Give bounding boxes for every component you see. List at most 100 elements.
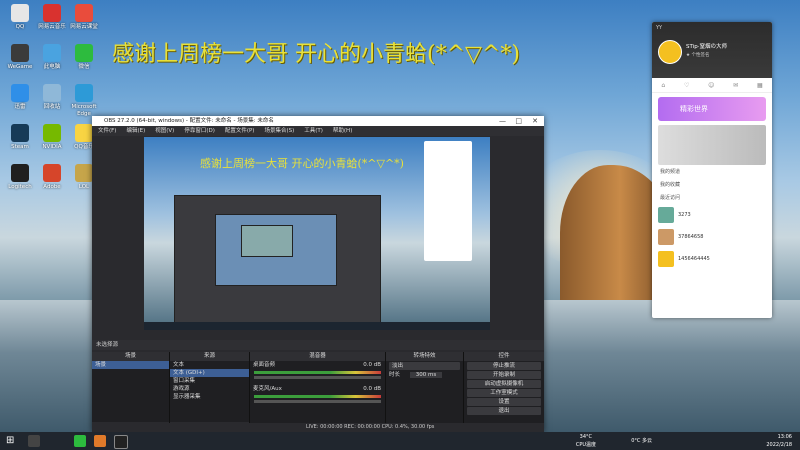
app-icon	[75, 44, 93, 62]
desktop-icon-label: Adobe	[43, 184, 61, 190]
mixer-dock-title: 混音器	[250, 352, 385, 361]
maximize-icon[interactable]: □	[515, 116, 522, 126]
source-item[interactable]: 文本	[170, 361, 249, 369]
menu-docks[interactable]: 停靠窗口(D)	[184, 126, 215, 136]
yy-header: YY STip·窒烟の大师 ★ 个性签名	[652, 22, 772, 78]
home-icon[interactable]: ⌂	[661, 82, 665, 89]
taskbar: ⊞ 0°C 多云 34°C CPU温度 13:06 2022/2/18	[0, 432, 800, 450]
channel-thumb	[658, 207, 674, 223]
desktop-icon-label: 迅雷	[14, 104, 26, 110]
desktop-icon[interactable]: Steam	[2, 124, 38, 151]
scene-item[interactable]: 场景	[92, 361, 169, 369]
app-icon	[43, 44, 61, 62]
wechat-icon[interactable]	[74, 435, 86, 447]
danmaku-overlay-text: 感谢上周榜一大哥 开心的小青蛤(*^▽^*)	[112, 42, 520, 67]
menu-profile[interactable]: 配置文件(P)	[225, 126, 255, 136]
obs-preview-canvas[interactable]: 感谢上周榜一大哥 开心的小青蛤(*^▽^*)	[144, 137, 490, 330]
apps-icon[interactable]: ▦	[757, 82, 763, 89]
duration-input[interactable]: 300 ms	[409, 372, 443, 378]
desktop-icon-label: QQ	[15, 24, 25, 30]
studio-mode-button[interactable]: 工作室模式	[467, 389, 541, 397]
clock-date[interactable]: 2022/2/18	[766, 441, 792, 449]
obs-window[interactable]: OBS 27.2.0 (64-bit, windows) - 配置文件: 未命名…	[92, 116, 544, 432]
list-item[interactable]: 37864658	[652, 226, 772, 248]
app-icon	[11, 4, 29, 22]
yy-username[interactable]: STip·窒烟の大师	[686, 42, 727, 50]
channel-id: 37864658	[678, 234, 704, 240]
scenes-dock: 场景 场景 + − ˄ ˅	[92, 352, 170, 432]
channel-thumb	[658, 251, 674, 267]
sources-dock-title: 来源	[170, 352, 249, 361]
menu-scene-collection[interactable]: 场景集合(S)	[264, 126, 294, 136]
obs-taskbar-icon[interactable]	[114, 435, 128, 449]
desktop-icon[interactable]: 此电脑	[34, 44, 70, 71]
desktop-icon[interactable]: Logitech	[2, 164, 38, 191]
app-icon[interactable]	[94, 435, 106, 447]
transition-select[interactable]: 淡出	[389, 362, 460, 370]
volume-meter	[254, 395, 381, 398]
source-item[interactable]: 游戏源	[170, 385, 249, 393]
yy-signature: ★ 个性签名	[686, 53, 710, 58]
app-icon	[43, 84, 61, 102]
app-icon	[75, 164, 93, 182]
desktop-icon[interactable]: NVIDIA	[34, 124, 70, 151]
channel-db: 0.0 dB	[363, 362, 381, 368]
desktop-icon[interactable]: 微信	[66, 44, 102, 71]
obs-title-bar[interactable]: OBS 27.2.0 (64-bit, windows) - 配置文件: 未命名…	[92, 116, 544, 126]
desktop-icon[interactable]: QQ	[2, 4, 38, 31]
temp-text: 34°C	[579, 434, 592, 440]
yy-section-channels[interactable]: 我的频道	[652, 165, 772, 178]
chat-icon[interactable]: ✉	[733, 82, 738, 89]
desktop-icon-label: 网易云课堂	[70, 24, 98, 30]
yy-banner[interactable]: 精彩世界	[658, 97, 766, 121]
source-selection-label: 未选择源	[92, 340, 544, 350]
channel-thumb	[658, 229, 674, 245]
desktop-icon[interactable]: Adobe	[34, 164, 70, 191]
app-icon	[75, 124, 93, 142]
menu-help[interactable]: 帮助(H)	[333, 126, 352, 136]
exit-button[interactable]: 退出	[467, 407, 541, 415]
person-icon[interactable]: ☺	[708, 82, 714, 89]
yy-section-recent[interactable]: 最近访问	[652, 191, 772, 204]
menu-tools[interactable]: 工具(T)	[304, 126, 323, 136]
volume-slider[interactable]	[254, 376, 381, 379]
task-view-icon[interactable]	[28, 435, 40, 447]
desktop-icon[interactable]: 迅雷	[2, 84, 38, 111]
settings-button[interactable]: 设置	[467, 398, 541, 406]
desktop-icon[interactable]: 回收站	[34, 84, 70, 111]
volume-meter	[254, 371, 381, 374]
desktop-icon-label: 回收站	[43, 104, 61, 110]
desktop-icon[interactable]: WeGame	[2, 44, 38, 71]
desktop-icon[interactable]: 网易云课堂	[66, 4, 102, 31]
stop-streaming-button[interactable]: 停止推流	[467, 362, 541, 370]
yy-section-favorites[interactable]: 我的收藏	[652, 178, 772, 191]
desktop-icon[interactable]: 网易云音乐	[34, 4, 70, 31]
yy-client-panel[interactable]: YY STip·窒烟の大师 ★ 个性签名 ⌂ ♡ ☺ ✉ ▦ 精彩世界 我的频道…	[652, 22, 772, 318]
close-icon[interactable]: ✕	[532, 116, 538, 126]
heart-icon[interactable]: ♡	[684, 82, 689, 89]
menu-view[interactable]: 视图(V)	[155, 126, 174, 136]
weather-text[interactable]: 0°C 多云	[631, 437, 652, 445]
preview-nested-preview	[215, 214, 337, 286]
list-item[interactable]: 3273	[652, 204, 772, 226]
source-item[interactable]: 文本 (GDI+)	[170, 369, 249, 377]
minimize-icon[interactable]: —	[499, 116, 506, 126]
duration-label: 时长	[389, 372, 401, 378]
preview-yy-panel	[424, 141, 472, 261]
menu-edit[interactable]: 编辑(E)	[126, 126, 145, 136]
start-recording-button[interactable]: 开始录制	[467, 371, 541, 379]
clock-time[interactable]: 13:06	[778, 433, 792, 441]
virtual-camera-button[interactable]: 启动虚拟摄像机	[467, 380, 541, 388]
app-icon	[75, 4, 93, 22]
avatar[interactable]	[658, 40, 682, 64]
list-item[interactable]: 1456464445	[652, 248, 772, 270]
source-item[interactable]: 窗口采集	[170, 377, 249, 385]
source-item[interactable]: 显示器采集	[170, 393, 249, 401]
menu-file[interactable]: 文件(F)	[98, 126, 116, 136]
desktop-icon[interactable]: Microsoft Edge	[66, 84, 102, 118]
start-icon[interactable]: ⊞	[6, 435, 18, 447]
desktop-icon-label: NVIDIA	[42, 144, 62, 150]
yy-featured-photo[interactable]	[658, 125, 766, 165]
desktop-icon-label: 此电脑	[43, 64, 61, 70]
volume-slider[interactable]	[254, 400, 381, 403]
